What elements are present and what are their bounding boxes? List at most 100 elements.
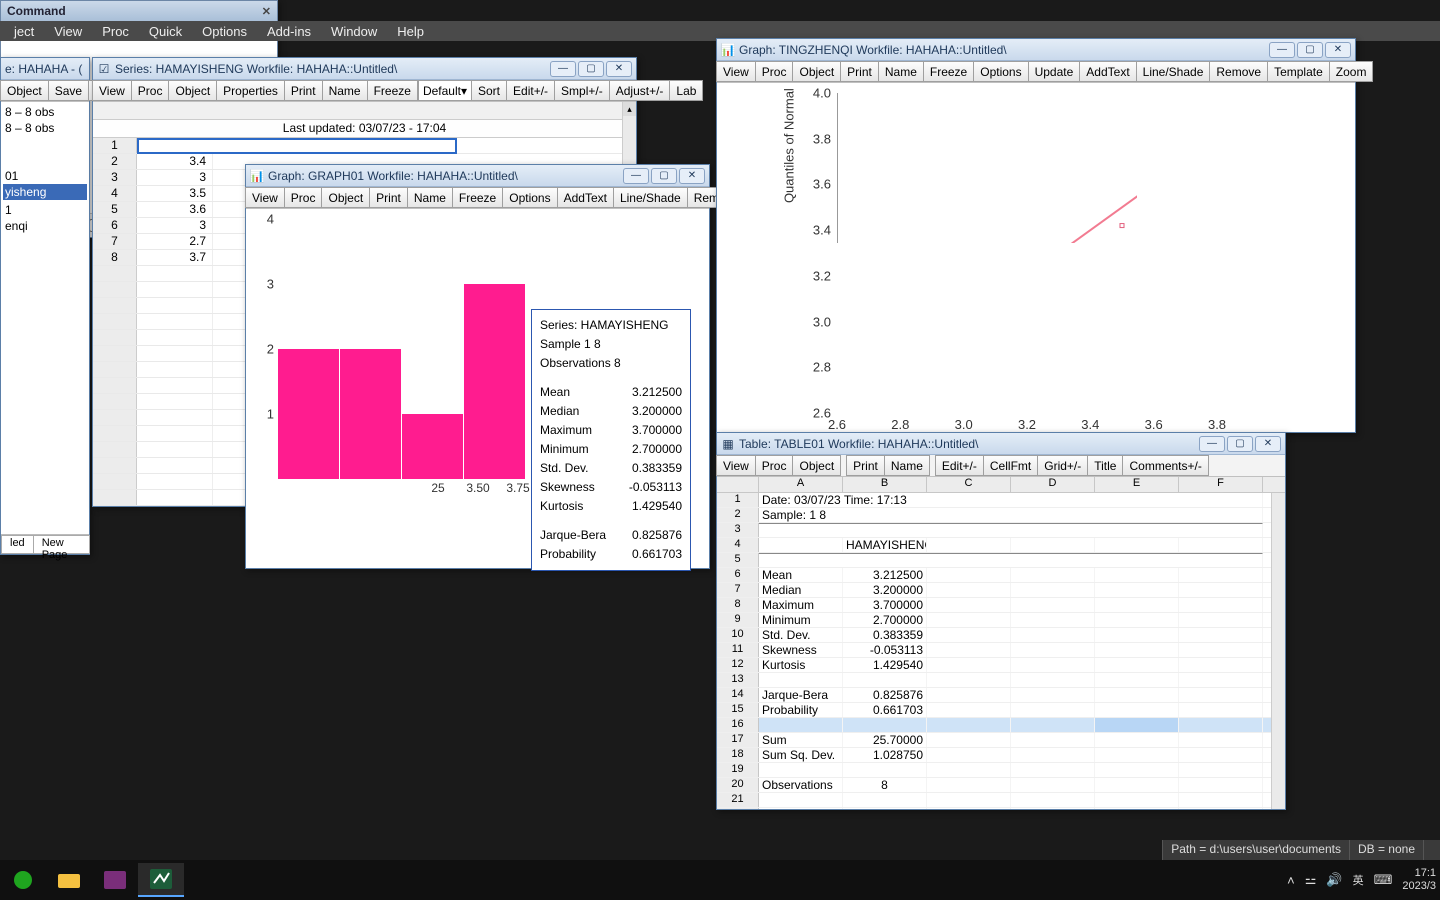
tray-network-icon[interactable]: ⚍ <box>1305 872 1317 888</box>
tb-btn-object[interactable]: Object <box>792 455 841 476</box>
series-btn-edit[interactable]: Edit+/- <box>506 80 555 101</box>
menu-object[interactable]: ject <box>4 22 44 41</box>
table-row[interactable]: 5 <box>717 553 1285 568</box>
g2-btn-zoom[interactable]: Zoom <box>1329 61 1374 82</box>
g1-btn-view[interactable]: View <box>245 187 285 208</box>
tb-btn-title[interactable]: Title <box>1087 455 1123 476</box>
table-row[interactable]: 18Sum Sq. Dev.1.028750 <box>717 748 1285 763</box>
table-row[interactable]: 11Skewness-0.053113 <box>717 643 1285 658</box>
wf-obj-1[interactable]: 1 <box>3 202 87 218</box>
graph2-minimize-button[interactable]: — <box>1269 42 1295 58</box>
series-btn-freeze[interactable]: Freeze <box>367 80 418 101</box>
table01-close-button[interactable]: ✕ <box>1255 436 1281 452</box>
series-default-select[interactable]: Default▾ <box>418 80 472 101</box>
table-row[interactable]: 16 <box>717 718 1285 733</box>
series-close-button[interactable]: ✕ <box>606 61 632 77</box>
menu-options[interactable]: Options <box>192 22 257 41</box>
g1-btn-proc[interactable]: Proc <box>284 187 323 208</box>
table01-titlebar[interactable]: ▦ Table: TABLE01 Workfile: HAHAHA::Untit… <box>717 433 1285 455</box>
menu-addins[interactable]: Add-ins <box>257 22 321 41</box>
series-btn-view[interactable]: View <box>92 80 132 101</box>
tray-ime[interactable]: 英 <box>1353 872 1364 888</box>
tb-btn-print[interactable]: Print <box>846 455 885 476</box>
graph2-close-button[interactable]: ✕ <box>1325 42 1351 58</box>
wf-obj-01[interactable]: 01 <box>3 168 87 184</box>
series-btn-sort[interactable]: Sort <box>471 80 507 101</box>
g1-btn-options[interactable]: Options <box>502 187 557 208</box>
g2-btn-object[interactable]: Object <box>792 61 841 82</box>
series-active-cell[interactable] <box>137 138 457 154</box>
menu-quick[interactable]: Quick <box>139 22 192 41</box>
col-d[interactable]: D <box>1011 477 1095 492</box>
series-titlebar[interactable]: ☑ Series: HAMAYISHENG Workfile: HAHAHA::… <box>93 58 636 80</box>
menu-help[interactable]: Help <box>387 22 434 41</box>
g2-btn-name[interactable]: Name <box>878 61 924 82</box>
table-row[interactable]: 2Sample: 1 8 <box>717 508 1285 523</box>
col-b[interactable]: B <box>843 477 927 492</box>
menu-view[interactable]: View <box>44 22 92 41</box>
table-row[interactable]: 14Jarque-Bera0.825876 <box>717 688 1285 703</box>
table-row[interactable]: 12Kurtosis1.429540 <box>717 658 1285 673</box>
table-row[interactable]: 10Std. Dev.0.383359 <box>717 628 1285 643</box>
col-c[interactable]: C <box>927 477 1011 492</box>
tb-btn-cellfmt[interactable]: CellFmt <box>983 455 1038 476</box>
wf-obj-yisheng[interactable]: yisheng <box>3 184 87 200</box>
workfile-titlebar[interactable]: e: HAHAHA - ( <box>1 58 89 80</box>
graph01-minimize-button[interactable]: — <box>623 168 649 184</box>
g1-btn-print[interactable]: Print <box>369 187 408 208</box>
series-btn-object[interactable]: Object <box>168 80 217 101</box>
table-row[interactable]: 13 <box>717 673 1285 688</box>
taskbar-app1[interactable] <box>92 863 138 897</box>
graph2-titlebar[interactable]: 📊 Graph: TINGZHENQI Workfile: HAHAHA::Un… <box>717 39 1355 61</box>
g2-btn-view[interactable]: View <box>716 61 756 82</box>
table-row[interactable]: 6Mean3.212500 <box>717 568 1285 583</box>
series-btn-print[interactable]: Print <box>284 80 323 101</box>
graph2-maximize-button[interactable]: ▢ <box>1297 42 1323 58</box>
series-btn-name[interactable]: Name <box>322 80 368 101</box>
graph01-close-button[interactable]: ✕ <box>679 168 705 184</box>
menu-window[interactable]: Window <box>321 22 387 41</box>
table-row[interactable]: 21 <box>717 793 1285 808</box>
tb-btn-name[interactable]: Name <box>884 455 930 476</box>
g2-btn-addtext[interactable]: AddText <box>1079 61 1136 82</box>
table01-maximize-button[interactable]: ▢ <box>1227 436 1253 452</box>
series-btn-adjust[interactable]: Adjust+/- <box>609 80 671 101</box>
tb-btn-edit[interactable]: Edit+/- <box>935 455 984 476</box>
menu-proc[interactable]: Proc <box>92 22 139 41</box>
table01-minimize-button[interactable]: — <box>1199 436 1225 452</box>
wf-btn-save[interactable]: Save <box>48 80 89 101</box>
table-row[interactable]: 22 <box>717 808 1285 809</box>
g2-btn-proc[interactable]: Proc <box>755 61 794 82</box>
col-e[interactable]: E <box>1095 477 1179 492</box>
table-row[interactable]: 20Observations8 <box>717 778 1285 793</box>
g1-btn-name[interactable]: Name <box>407 187 453 208</box>
command-titlebar[interactable]: Command ✕ <box>1 1 277 21</box>
wf-tab-newpage[interactable]: New Page <box>33 535 90 554</box>
graph01-maximize-button[interactable]: ▢ <box>651 168 677 184</box>
tb-btn-view[interactable]: View <box>716 455 756 476</box>
table-row[interactable]: 4HAMAYISHENG <box>717 538 1285 553</box>
table-row[interactable]: 7Median3.200000 <box>717 583 1285 598</box>
series-btn-properties[interactable]: Properties <box>216 80 285 101</box>
tb-btn-proc[interactable]: Proc <box>755 455 794 476</box>
taskbar-explorer[interactable] <box>46 863 92 897</box>
start-button[interactable] <box>0 863 46 897</box>
series-btn-proc[interactable]: Proc <box>131 80 170 101</box>
g2-btn-options[interactable]: Options <box>973 61 1028 82</box>
series-btn-smpl[interactable]: Smpl+/- <box>554 80 610 101</box>
g2-btn-update[interactable]: Update <box>1028 61 1081 82</box>
g1-btn-object[interactable]: Object <box>321 187 370 208</box>
tray-clock[interactable]: 17:12023/3 <box>1402 867 1436 893</box>
taskbar-eviews[interactable] <box>138 863 184 897</box>
g2-btn-remove[interactable]: Remove <box>1209 61 1268 82</box>
table-row[interactable]: 8Maximum3.700000 <box>717 598 1285 613</box>
table-row[interactable]: 19 <box>717 763 1285 778</box>
g2-btn-template[interactable]: Template <box>1267 61 1330 82</box>
wf-obj-enqi[interactable]: enqi <box>3 218 87 234</box>
g1-btn-freeze[interactable]: Freeze <box>452 187 503 208</box>
tb-btn-comments[interactable]: Comments+/- <box>1122 455 1208 476</box>
scroll-up-icon[interactable]: ▴ <box>623 102 636 116</box>
tb-btn-grid[interactable]: Grid+/- <box>1037 455 1088 476</box>
tray-keyboard-icon[interactable]: ⌨ <box>1374 872 1393 888</box>
tray-chevron-icon[interactable]: ˄ <box>1287 873 1295 888</box>
